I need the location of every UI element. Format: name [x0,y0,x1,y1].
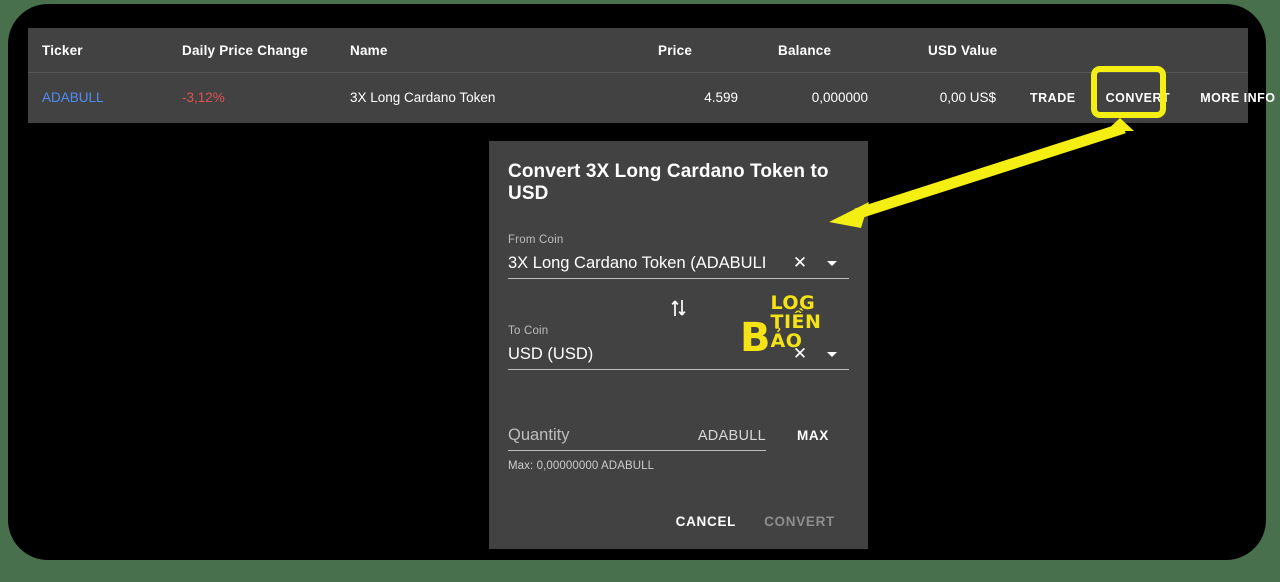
dialog-convert-button: CONVERT [764,514,835,529]
chevron-down-icon[interactable] [815,260,849,266]
cell-actions: TRADE CONVERT MORE INFO [1016,91,1280,105]
more-info-button[interactable]: MORE INFO [1186,91,1280,105]
daily-change-value: -3,12% [182,90,225,105]
cell-name: 3X Long Cardano Token [350,90,496,105]
column-header-name: Name [350,42,388,58]
chevron-down-icon[interactable] [815,351,849,357]
convert-button[interactable]: CONVERT [1106,91,1171,105]
to-coin-field: To Coin USD (USD) ✕ [508,325,849,370]
dialog-title: Convert 3X Long Cardano Token to USD [508,161,829,204]
cell-usd-value: 0,00 US$ [939,90,996,105]
quantity-suffix: ADABULL [697,428,766,444]
to-coin-row[interactable]: USD (USD) ✕ [508,339,849,370]
column-header-usd-value: USD Value [928,42,998,58]
from-coin-value[interactable]: 3X Long Cardano Token (ADABULI [508,254,785,273]
from-coin-field: From Coin 3X Long Cardano Token (ADABULI… [508,234,849,279]
trade-button[interactable]: TRADE [1016,91,1090,105]
cancel-button[interactable]: CANCEL [662,506,750,537]
to-coin-label: To Coin [508,325,549,337]
cell-price: 4.599 [704,90,738,105]
holdings-table: Ticker Daily Price Change Name Price Bal… [28,28,1275,123]
quantity-row: ADABULL MAX [508,426,849,451]
table-header-row: Ticker Daily Price Change Name Price Bal… [28,28,1248,72]
from-coin-row[interactable]: 3X Long Cardano Token (ADABULI ✕ [508,248,849,279]
column-header-ticker: Ticker [42,42,83,58]
cell-balance: 0,000000 [811,90,868,105]
convert-dialog: Convert 3X Long Cardano Token to USD Fro… [489,141,868,549]
quantity-field: ADABULL MAX Max: 0,00000000 ADABULL [508,426,849,472]
quantity-input-group: ADABULL [508,426,766,451]
quantity-helper-text: Max: 0,00000000 ADABULL [508,460,655,472]
from-coin-label: From Coin [508,234,564,246]
quantity-input[interactable] [508,426,658,445]
swap-row: B LOG TIỀN ẢO [508,287,849,358]
cell-ticker: ADABULL [42,90,182,105]
table-row: ADABULL -3,12% 3X Long Cardano Token 4.5… [28,72,1275,122]
convert-button-wrapper: CONVERT [1090,91,1187,105]
column-header-price: Price [658,42,693,58]
cell-daily-price-change: -3,12% [182,90,350,105]
to-coin-value[interactable]: USD (USD) [508,345,785,364]
swap-vertical-icon[interactable] [671,298,687,318]
column-header-balance: Balance [778,42,832,58]
column-header-daily-price-change: Daily Price Change [182,42,308,58]
close-icon[interactable]: ✕ [785,253,815,273]
close-icon[interactable]: ✕ [785,344,815,364]
ticker-link[interactable]: ADABULL [42,90,104,105]
max-button[interactable]: MAX [797,428,829,443]
dialog-actions: CANCEL CONVERT [662,506,849,537]
